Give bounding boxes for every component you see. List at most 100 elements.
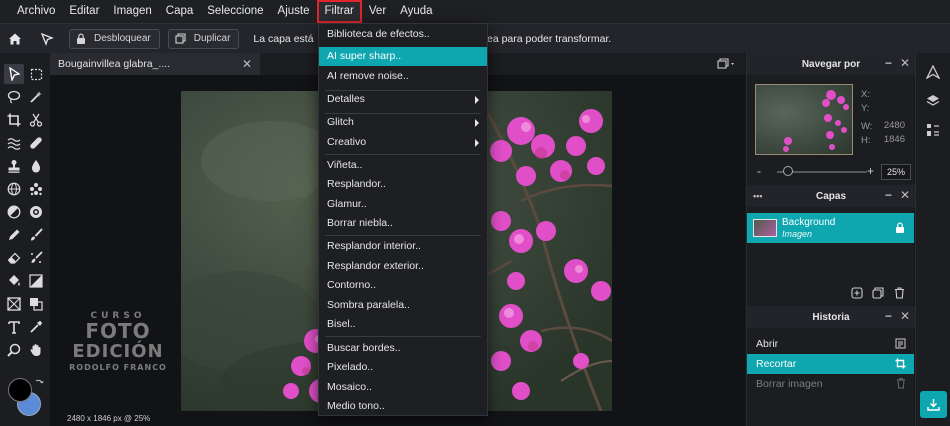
- add-layer-icon[interactable]: [851, 287, 863, 302]
- close-panel-icon[interactable]: ✕: [900, 310, 910, 322]
- shape-icon[interactable]: [26, 294, 46, 314]
- spot-brush-icon[interactable]: [26, 248, 46, 268]
- dodge-icon[interactable]: [4, 202, 24, 222]
- document-tab[interactable]: Bougainvillea glabra_.... ✕: [50, 53, 260, 75]
- unlock-button[interactable]: Desbloquear: [69, 28, 160, 49]
- menu-item-resplandor-interior[interactable]: Resplandor interior..: [319, 237, 487, 256]
- foreground-color-swatch[interactable]: [8, 378, 32, 402]
- menu-item-mosaico[interactable]: Mosaico..: [319, 378, 487, 397]
- toolbar-message-tail: ea para poder transformar.: [487, 33, 612, 45]
- close-tab-icon[interactable]: ✕: [242, 57, 252, 71]
- document-icon: [895, 338, 906, 349]
- minimize-icon[interactable]: −: [885, 189, 892, 201]
- duplicate-button[interactable]: Duplicar: [167, 28, 240, 49]
- menu-item-glamur[interactable]: Glamur..: [319, 195, 487, 214]
- menu-item-pixelado[interactable]: Pixelado..: [319, 358, 487, 377]
- scissors-icon[interactable]: [26, 110, 46, 130]
- arrange-windows-icon[interactable]: [717, 58, 737, 73]
- history-header: Historia − ✕: [747, 306, 915, 328]
- menu-separator: [325, 154, 481, 155]
- move-tool-icon[interactable]: [35, 27, 59, 51]
- menu-seleccione[interactable]: Seleccione: [200, 0, 270, 23]
- submenu-arrow-icon: [475, 96, 479, 104]
- menu-item-medio-tono[interactable]: Medio tono..: [319, 397, 487, 416]
- menu-archivo[interactable]: Archivo: [10, 0, 62, 23]
- menu-item-ai-remove-noise[interactable]: AI remove noise..: [319, 67, 487, 86]
- close-panel-icon[interactable]: ✕: [900, 189, 910, 201]
- brush-icon[interactable]: [26, 225, 46, 245]
- adjustments-icon[interactable]: [925, 64, 941, 82]
- menu-item-bisel[interactable]: Bisel..: [319, 315, 487, 334]
- paint-bucket-icon[interactable]: [4, 271, 24, 291]
- layer-name: Background: [782, 217, 836, 228]
- trash-icon[interactable]: [894, 287, 905, 302]
- menu-item-detalles[interactable]: Detalles: [319, 90, 487, 109]
- pencil-icon[interactable]: [4, 225, 24, 245]
- menu-item-borrar-niebla[interactable]: Borrar niebla..: [319, 214, 487, 233]
- menu-item-ai-super-sharp[interactable]: AI super sharp..: [319, 47, 487, 66]
- layer-type: Imagen: [782, 229, 813, 239]
- layers-stack-icon[interactable]: [926, 94, 940, 111]
- panel-options-icon[interactable]: •••: [753, 190, 762, 202]
- menu-item-contorno[interactable]: Contorno..: [319, 276, 487, 295]
- menu-item-buscar-bordes[interactable]: Buscar bordes..: [319, 339, 487, 358]
- menu-separator: [325, 336, 481, 337]
- duplicate-layer-icon[interactable]: [872, 287, 884, 302]
- text-tool-icon[interactable]: [4, 317, 24, 337]
- zoom-tool-icon[interactable]: [4, 340, 24, 360]
- properties-icon[interactable]: [926, 123, 940, 140]
- sponge-icon[interactable]: [26, 202, 46, 222]
- blur-drop-icon[interactable]: [26, 156, 46, 176]
- menu-item-resplandor-exterior[interactable]: Resplandor exterior..: [319, 257, 487, 276]
- menu-item-resplandor[interactable]: Resplandor..: [319, 175, 487, 194]
- magic-wand-icon[interactable]: [26, 87, 46, 107]
- menu-item-biblioteca-efectos[interactable]: Biblioteca de efectos..: [319, 25, 487, 44]
- select-arrow-icon[interactable]: [4, 64, 24, 84]
- minimize-icon[interactable]: −: [885, 57, 892, 69]
- height-value: 1846: [883, 134, 905, 145]
- menu-item-glitch[interactable]: Glitch: [319, 113, 487, 132]
- download-button[interactable]: [920, 391, 947, 418]
- history-item-borrar-imagen[interactable]: Borrar imagen: [747, 374, 914, 394]
- history-item-recortar[interactable]: Recortar: [747, 354, 914, 374]
- menu-editar[interactable]: Editar: [62, 0, 106, 23]
- minimize-icon[interactable]: −: [885, 310, 892, 322]
- menu-capa[interactable]: Capa: [159, 0, 201, 23]
- dots-brush-icon[interactable]: [26, 179, 46, 199]
- layer-background[interactable]: Background Imagen: [747, 213, 914, 243]
- menu-filtrar[interactable]: Filtrar: [316, 0, 362, 23]
- lasso-icon[interactable]: [4, 87, 24, 107]
- crop-icon[interactable]: [4, 110, 24, 130]
- menu-ayuda[interactable]: Ayuda: [393, 0, 439, 23]
- layer-lock-icon[interactable]: [895, 222, 905, 236]
- marquee-icon[interactable]: [26, 64, 46, 84]
- home-icon[interactable]: [3, 27, 27, 51]
- eraser-icon[interactable]: [4, 248, 24, 268]
- gradient-icon[interactable]: [26, 271, 46, 291]
- menu-ver[interactable]: Ver: [362, 0, 393, 23]
- zoom-out-button[interactable]: -: [757, 164, 761, 178]
- width-value: 2480: [883, 120, 905, 131]
- menu-imagen[interactable]: Imagen: [106, 0, 158, 23]
- menu-item-vineta[interactable]: Viñeta..: [319, 156, 487, 175]
- history-title: Historia: [812, 311, 850, 323]
- navigator-coord-labels: X: Y: W: H:: [861, 88, 872, 148]
- zoom-slider-knob[interactable]: [783, 166, 793, 176]
- zoom-input[interactable]: 25%: [881, 164, 911, 180]
- history-item-abrir[interactable]: Abrir: [747, 334, 914, 354]
- liquify-icon[interactable]: [4, 133, 24, 153]
- hand-tool-icon[interactable]: [26, 340, 46, 360]
- navigator-thumbnail[interactable]: [755, 84, 853, 155]
- unlock-label: Desbloquear: [94, 33, 151, 44]
- close-panel-icon[interactable]: ✕: [900, 57, 910, 69]
- swap-colors-icon[interactable]: [34, 378, 44, 391]
- stamp-icon[interactable]: [4, 156, 24, 176]
- zoom-in-button[interactable]: +: [867, 164, 874, 178]
- eyedropper-icon[interactable]: [26, 317, 46, 337]
- healing-icon[interactable]: [26, 133, 46, 153]
- menu-ajuste[interactable]: Ajuste: [271, 0, 317, 23]
- globe-icon[interactable]: [4, 179, 24, 199]
- menu-item-creativo[interactable]: Creativo: [319, 133, 487, 152]
- menu-item-sombra-paralela[interactable]: Sombra paralela..: [319, 296, 487, 315]
- image-frame-icon[interactable]: [4, 294, 24, 314]
